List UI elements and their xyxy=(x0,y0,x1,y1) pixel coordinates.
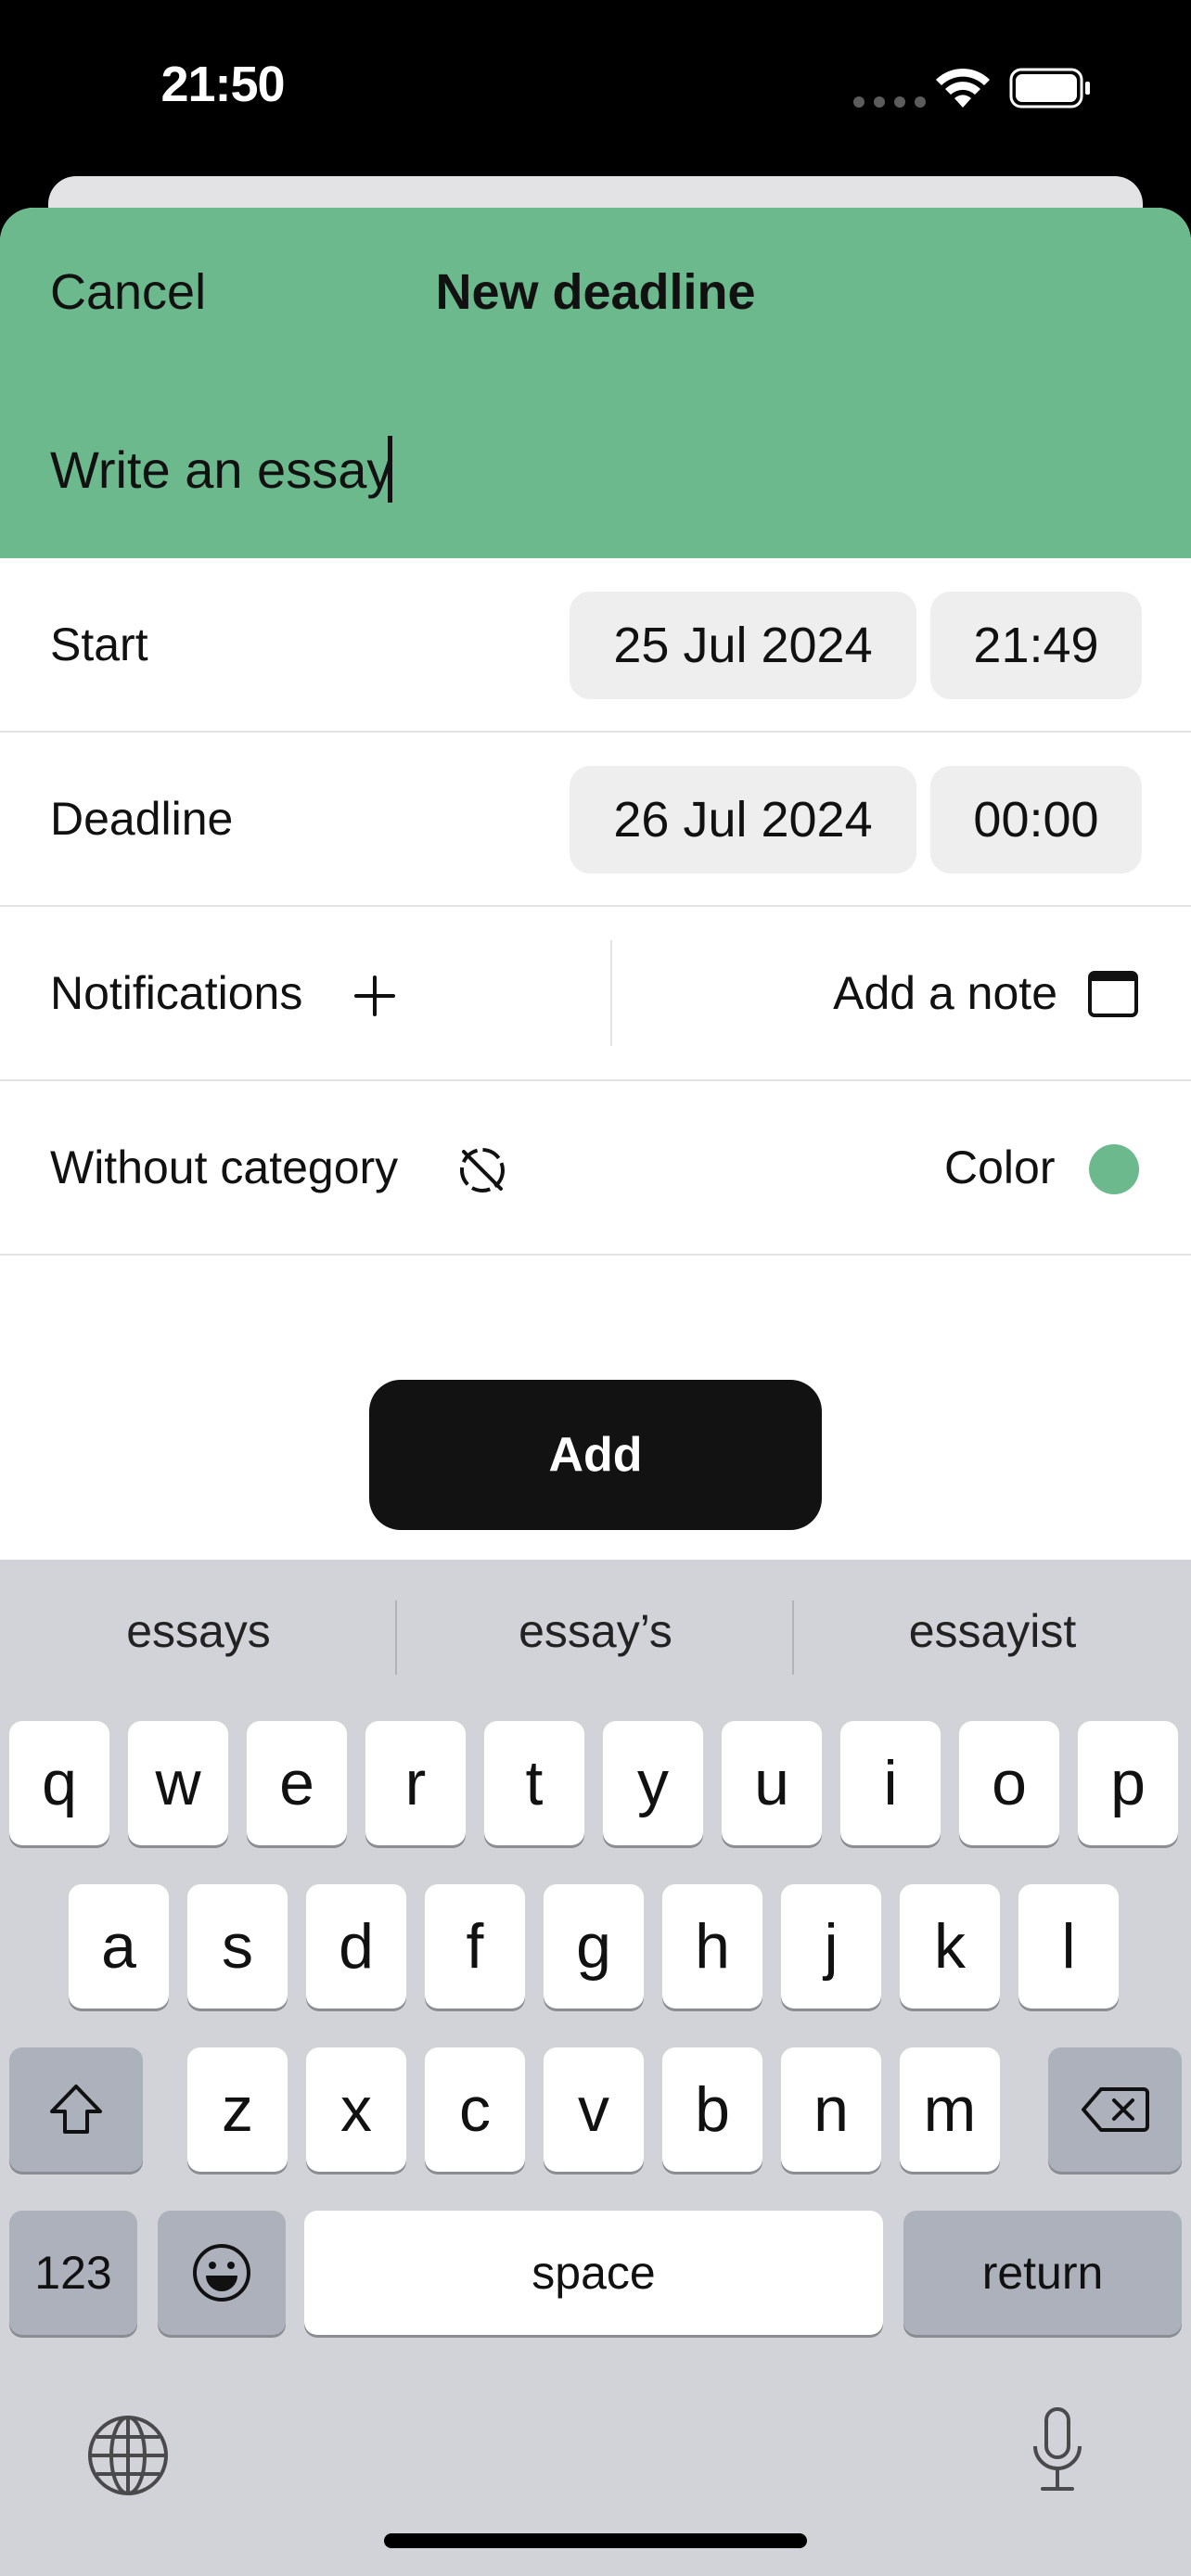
key-v[interactable]: v xyxy=(544,2047,644,2172)
numbers-key[interactable]: 123 xyxy=(9,2211,137,2335)
color-picker-button[interactable]: Color xyxy=(835,1081,1191,1254)
microphone-icon[interactable] xyxy=(1028,2405,1087,2498)
no-category-icon xyxy=(460,1148,505,1192)
start-date-picker[interactable]: 25 Jul 2024 xyxy=(570,592,916,699)
start-time-picker[interactable]: 21:49 xyxy=(930,592,1142,699)
key-l[interactable]: l xyxy=(1018,1884,1119,2009)
key-x[interactable]: x xyxy=(306,2047,406,2172)
key-p[interactable]: p xyxy=(1078,1721,1178,1845)
notifications-label: Notifications xyxy=(50,967,303,1019)
globe-icon[interactable] xyxy=(85,2413,171,2498)
key-i[interactable]: i xyxy=(840,1721,941,1845)
start-label: Start xyxy=(50,618,148,670)
task-title-input[interactable] xyxy=(50,432,1145,506)
key-a[interactable]: a xyxy=(69,1884,169,2009)
key-u[interactable]: u xyxy=(722,1721,822,1845)
space-key[interactable]: space xyxy=(304,2211,883,2335)
key-n[interactable]: n xyxy=(781,2047,881,2172)
category-button[interactable]: Without category xyxy=(0,1081,557,1254)
key-d[interactable]: d xyxy=(306,1884,406,2009)
key-q[interactable]: q xyxy=(9,1721,109,1845)
text-cursor xyxy=(388,436,392,503)
start-row: Start 25 Jul 2024 21:49 xyxy=(0,558,1191,733)
key-m[interactable]: m xyxy=(900,2047,1000,2172)
deadline-time-picker[interactable]: 00:00 xyxy=(930,766,1142,874)
key-r[interactable]: r xyxy=(365,1721,466,1845)
emoji-key[interactable] xyxy=(158,2211,286,2335)
color-label: Color xyxy=(944,1141,1056,1193)
deadline-row: Deadline 26 Jul 2024 00:00 xyxy=(0,733,1191,907)
key-c[interactable]: c xyxy=(425,2047,525,2172)
delete-key[interactable] xyxy=(1048,2047,1182,2172)
notifications-note-row: Notifications Add a note xyxy=(0,907,1191,1081)
category-label: Without category xyxy=(50,1141,399,1193)
shift-icon xyxy=(50,2085,102,2134)
wifi-icon xyxy=(936,68,990,108)
key-h[interactable]: h xyxy=(662,1884,762,2009)
add-button[interactable]: Add xyxy=(369,1380,822,1530)
key-g[interactable]: g xyxy=(544,1884,644,2009)
key-z[interactable]: z xyxy=(187,2047,288,2172)
key-b[interactable]: b xyxy=(662,2047,762,2172)
suggestion-3[interactable]: essayist xyxy=(794,1604,1191,1658)
deadline-date-picker[interactable]: 26 Jul 2024 xyxy=(570,766,916,874)
add-note-button[interactable]: Add a note xyxy=(612,907,1191,1079)
key-y[interactable]: y xyxy=(603,1721,703,1845)
deadline-label: Deadline xyxy=(50,793,234,845)
return-key[interactable]: return xyxy=(903,2211,1182,2335)
keyboard: essays essay’s essayist q w e r t y u i … xyxy=(0,1560,1191,2576)
add-note-label: Add a note xyxy=(833,967,1057,1019)
key-k[interactable]: k xyxy=(900,1884,1000,2009)
key-f[interactable]: f xyxy=(425,1884,525,2009)
key-j[interactable]: j xyxy=(781,1884,881,2009)
key-e[interactable]: e xyxy=(247,1721,347,1845)
key-w[interactable]: w xyxy=(128,1721,228,1845)
sheet-header: Cancel New deadline xyxy=(0,208,1191,558)
delete-icon xyxy=(1082,2087,1149,2132)
cancel-button[interactable]: Cancel xyxy=(50,263,206,321)
signal-dots-icon xyxy=(853,96,926,108)
key-o[interactable]: o xyxy=(959,1721,1059,1845)
suggestion-1[interactable]: essays xyxy=(0,1604,397,1658)
battery-icon xyxy=(1009,68,1090,108)
home-indicator xyxy=(384,2533,807,2548)
suggestion-2[interactable]: essay’s xyxy=(397,1604,794,1658)
plus-icon xyxy=(354,976,395,1016)
status-time: 21:50 xyxy=(160,57,285,112)
color-swatch xyxy=(1089,1144,1139,1194)
emoji-icon xyxy=(193,2244,250,2302)
note-icon xyxy=(1088,971,1138,1017)
key-t[interactable]: t xyxy=(484,1721,584,1845)
category-color-row: Without category Color xyxy=(0,1081,1191,1256)
notifications-button[interactable]: Notifications xyxy=(0,907,610,1079)
shift-key[interactable] xyxy=(9,2047,143,2172)
key-s[interactable]: s xyxy=(187,1884,288,2009)
